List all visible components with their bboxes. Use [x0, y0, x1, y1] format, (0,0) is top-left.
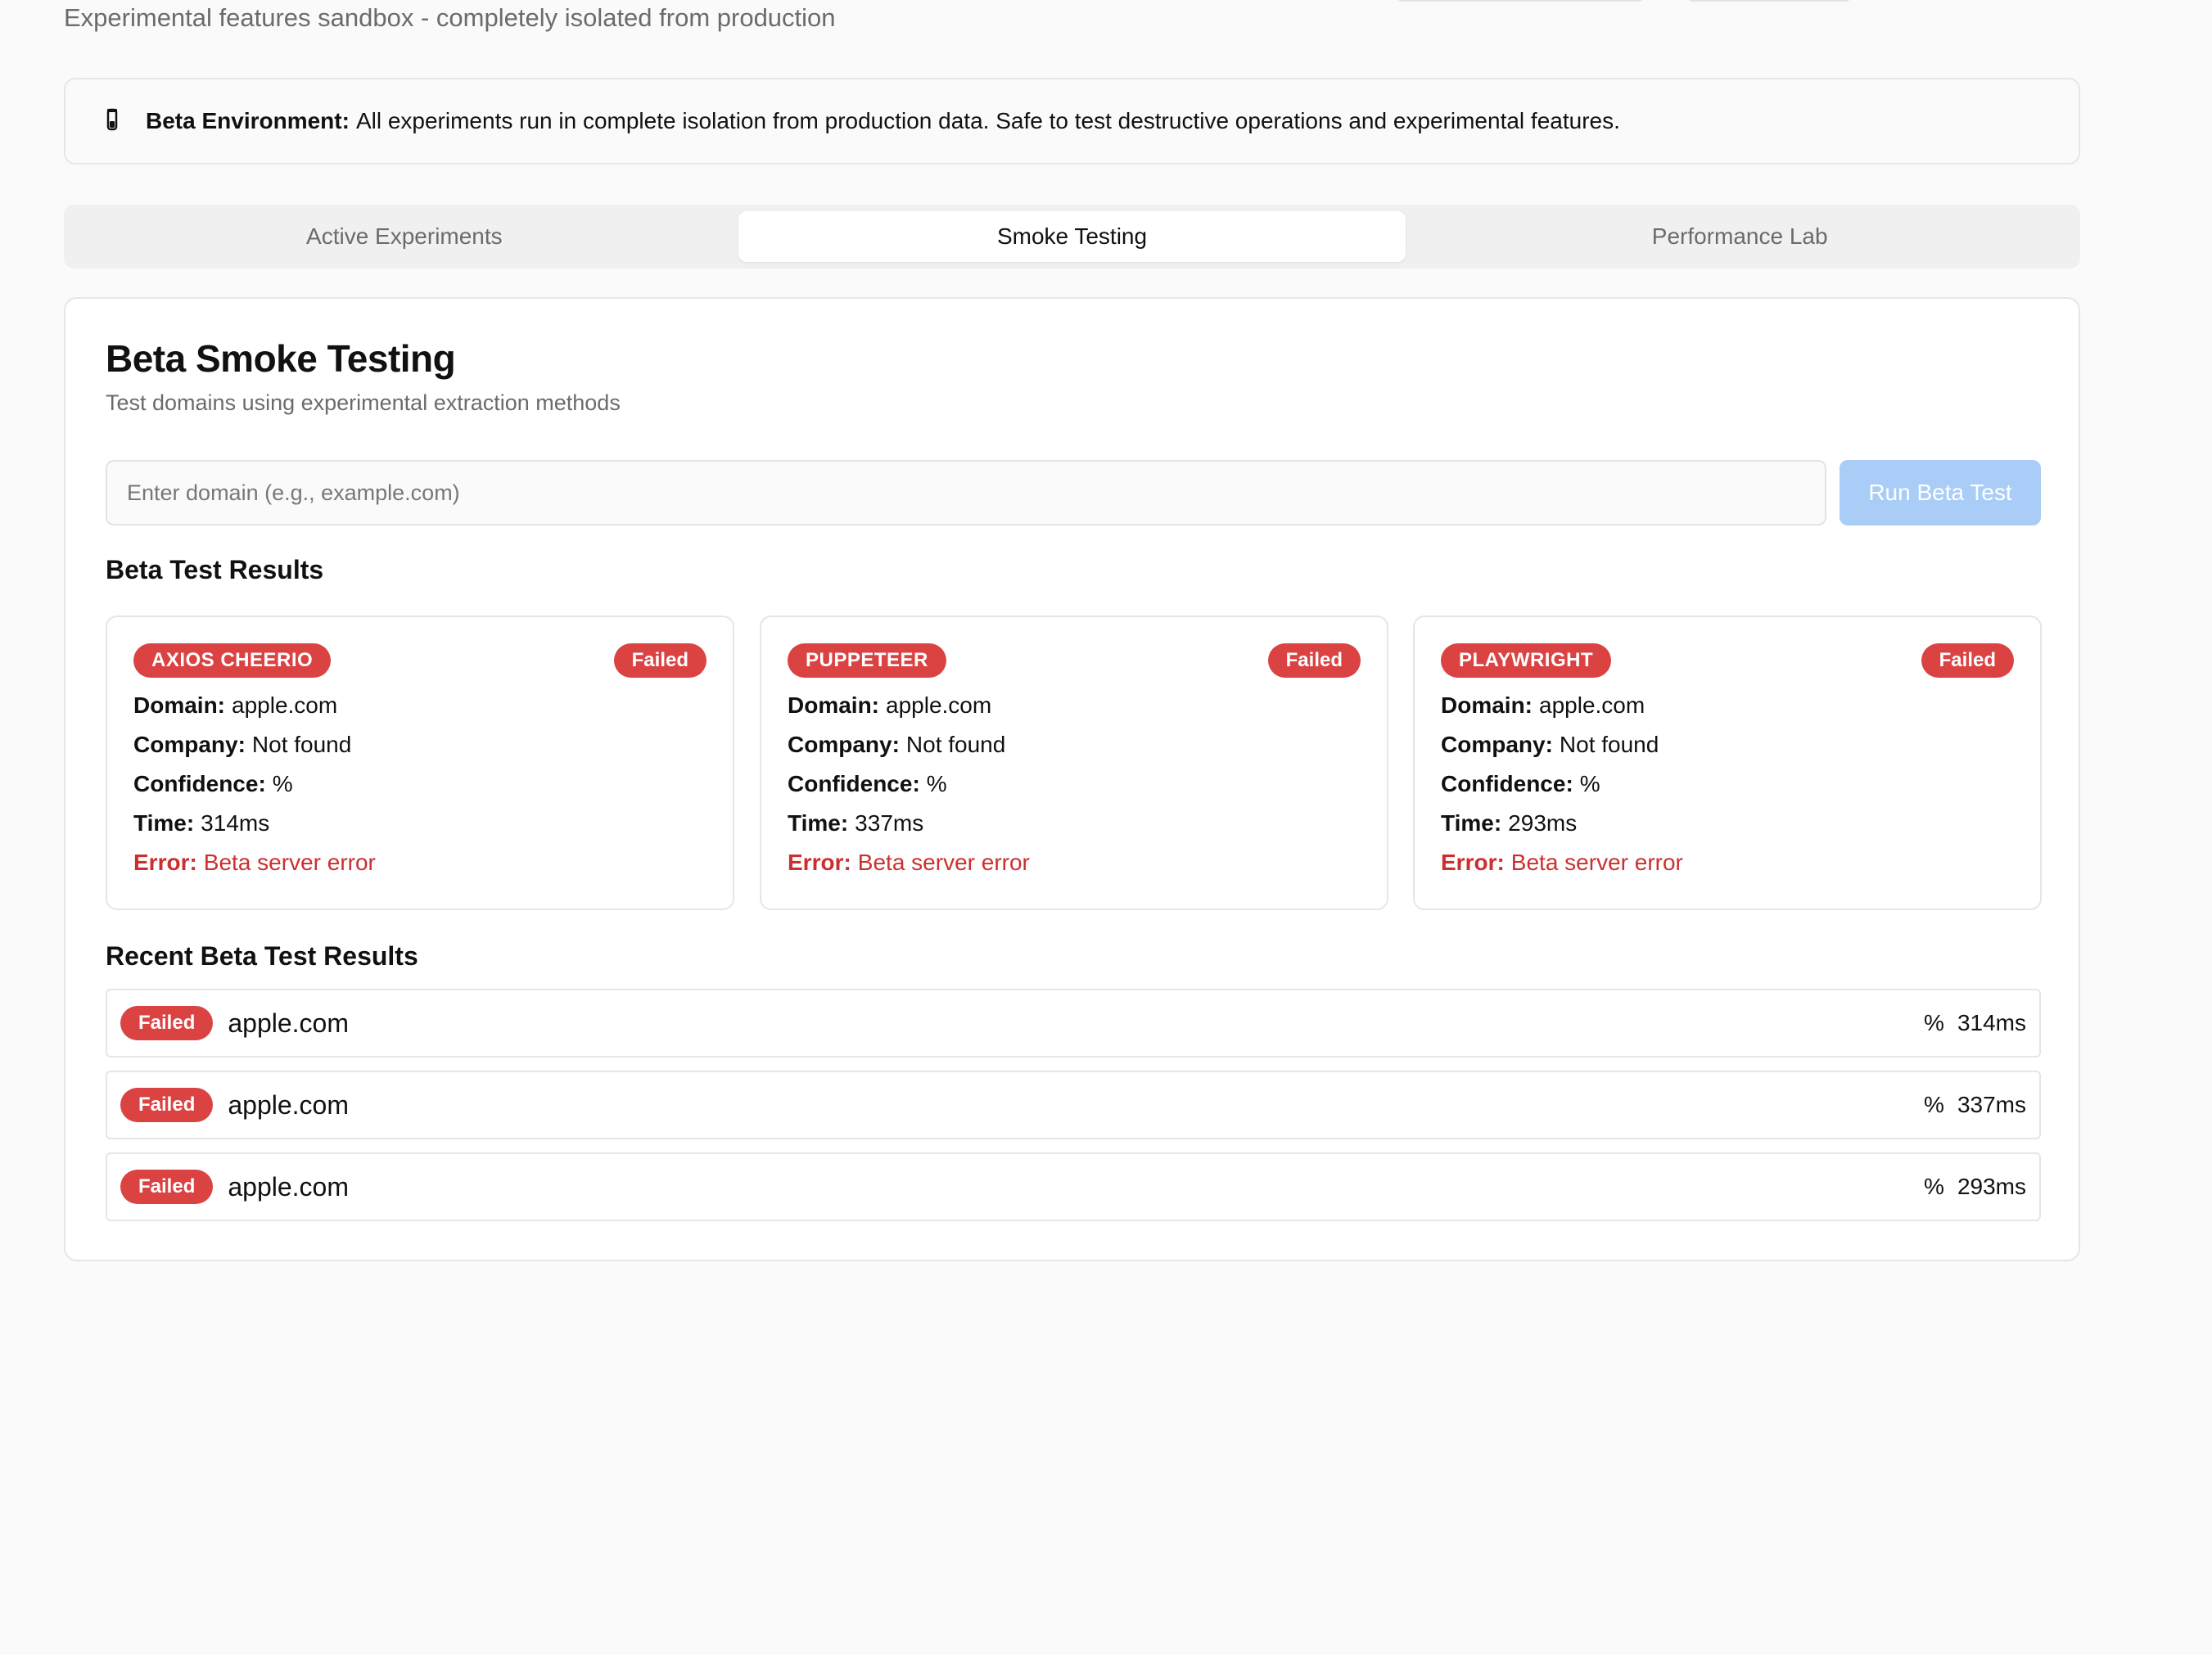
field-value: Beta server error — [1510, 850, 1683, 875]
recent-confidence: % — [1924, 1092, 1944, 1117]
field-value: Not found — [251, 732, 352, 757]
field-label: Confidence: — [133, 771, 266, 796]
header-secondary-button[interactable] — [1685, 0, 1853, 2]
recent-time: 314ms — [1957, 1010, 2026, 1035]
result-domain: Domain: apple.com — [133, 692, 337, 719]
method-badge: PLAYWRIGHT — [1441, 643, 1612, 678]
status-badge: Failed — [1267, 643, 1361, 678]
flask-icon — [98, 107, 126, 135]
result-card-axios-cheerio: AXIOS CHEERIO Failed Domain: apple.com Co… — [106, 616, 734, 910]
banner-label: Beta Environment: — [146, 108, 350, 133]
result-company: Company: Not found — [133, 732, 351, 758]
field-label: Domain: — [133, 692, 225, 718]
result-company: Company: Not found — [1441, 732, 1659, 758]
banner-text: All experiments run in complete isolatio… — [355, 108, 1620, 133]
result-time: Time: 293ms — [1441, 810, 1577, 837]
field-label: Company: — [788, 732, 900, 757]
field-label: Error: — [133, 850, 197, 875]
recent-metrics: % 293ms — [1924, 1174, 2026, 1200]
recent-results-heading: Recent Beta Test Results — [106, 941, 418, 971]
beta-environment-banner: Beta Environment: All experiments run in… — [64, 78, 2080, 165]
field-value: Not found — [905, 732, 1006, 757]
result-company: Company: Not found — [788, 732, 1005, 758]
result-card-playwright: PLAYWRIGHT Failed Domain: apple.com Compa… — [1413, 616, 2042, 910]
panel-title: Beta Smoke Testing — [106, 337, 456, 380]
tab-smoke-testing[interactable]: Smoke Testing — [738, 211, 1406, 262]
recent-metrics: % 337ms — [1924, 1092, 2026, 1118]
domain-input[interactable] — [106, 460, 1826, 525]
result-domain: Domain: apple.com — [788, 692, 991, 719]
field-value: % — [272, 771, 293, 796]
field-value: apple.com — [886, 692, 992, 718]
field-label: Time: — [133, 810, 195, 836]
recent-time: 293ms — [1957, 1174, 2026, 1199]
field-value: % — [926, 771, 947, 796]
field-label: Time: — [788, 810, 849, 836]
recent-result-row[interactable]: Failed apple.com % 337ms — [106, 1071, 2041, 1139]
status-badge: Failed — [613, 643, 706, 678]
result-confidence: Confidence:% — [788, 771, 947, 797]
status-badge: Failed — [120, 1088, 214, 1122]
recent-domain: apple.com — [228, 1008, 349, 1038]
result-error: Error: Beta server error — [1441, 850, 1683, 876]
result-time: Time: 337ms — [788, 810, 923, 837]
recent-domain: apple.com — [228, 1171, 349, 1202]
field-value: % — [1579, 771, 1600, 796]
result-time: Time: 314ms — [133, 810, 269, 837]
method-badge: AXIOS CHEERIO — [133, 643, 332, 678]
field-value: 314ms — [201, 810, 270, 836]
field-label: Domain: — [788, 692, 879, 718]
header-action-button[interactable] — [1394, 0, 1646, 2]
result-confidence: Confidence:% — [133, 771, 293, 797]
field-value: Beta server error — [203, 850, 376, 875]
run-beta-test-button[interactable]: Run Beta Test — [1840, 460, 2041, 525]
page: Experimental features sandbox - complete… — [0, 0, 2212, 1655]
result-error: Error: Beta server error — [133, 850, 376, 876]
field-label: Domain: — [1441, 692, 1533, 718]
smoke-testing-panel: Beta Smoke Testing Test domains using ex… — [64, 297, 2080, 1261]
panel-description: Test domains using experimental extracti… — [106, 390, 621, 415]
field-value: apple.com — [232, 692, 338, 718]
field-value: Not found — [1559, 732, 1659, 757]
field-label: Error: — [788, 850, 851, 875]
status-badge: Failed — [1921, 643, 2014, 678]
field-label: Company: — [133, 732, 246, 757]
recent-domain: apple.com — [228, 1089, 349, 1120]
result-confidence: Confidence:% — [1441, 771, 1600, 797]
field-label: Confidence: — [1441, 771, 1573, 796]
page-subtitle: Experimental features sandbox - complete… — [64, 3, 836, 32]
result-domain: Domain: apple.com — [1441, 692, 1645, 719]
status-badge: Failed — [120, 1006, 214, 1040]
field-value: apple.com — [1539, 692, 1645, 718]
recent-confidence: % — [1924, 1010, 1944, 1035]
field-label: Company: — [1441, 732, 1553, 757]
field-label: Error: — [1441, 850, 1505, 875]
result-card-puppeteer: PUPPETEER Failed Domain: apple.com Compan… — [760, 616, 1388, 910]
field-value: Beta server error — [857, 850, 1030, 875]
recent-confidence: % — [1924, 1174, 1944, 1199]
recent-metrics: % 314ms — [1924, 1010, 2026, 1036]
field-label: Confidence: — [788, 771, 920, 796]
recent-result-row[interactable]: Failed apple.com % 293ms — [106, 1152, 2041, 1221]
tab-bar: Active Experiments Smoke Testing Perform… — [64, 205, 2080, 268]
results-heading: Beta Test Results — [106, 555, 324, 584]
field-label: Time: — [1441, 810, 1502, 836]
recent-result-row[interactable]: Failed apple.com % 314ms — [106, 989, 2041, 1057]
method-badge: PUPPETEER — [788, 643, 946, 678]
status-badge: Failed — [120, 1170, 214, 1204]
result-error: Error: Beta server error — [788, 850, 1030, 876]
tab-performance-lab[interactable]: Performance Lab — [1406, 211, 2074, 262]
tab-active-experiments[interactable]: Active Experiments — [70, 211, 738, 262]
field-value: 293ms — [1508, 810, 1578, 836]
recent-time: 337ms — [1957, 1092, 2026, 1117]
field-value: 337ms — [855, 810, 924, 836]
